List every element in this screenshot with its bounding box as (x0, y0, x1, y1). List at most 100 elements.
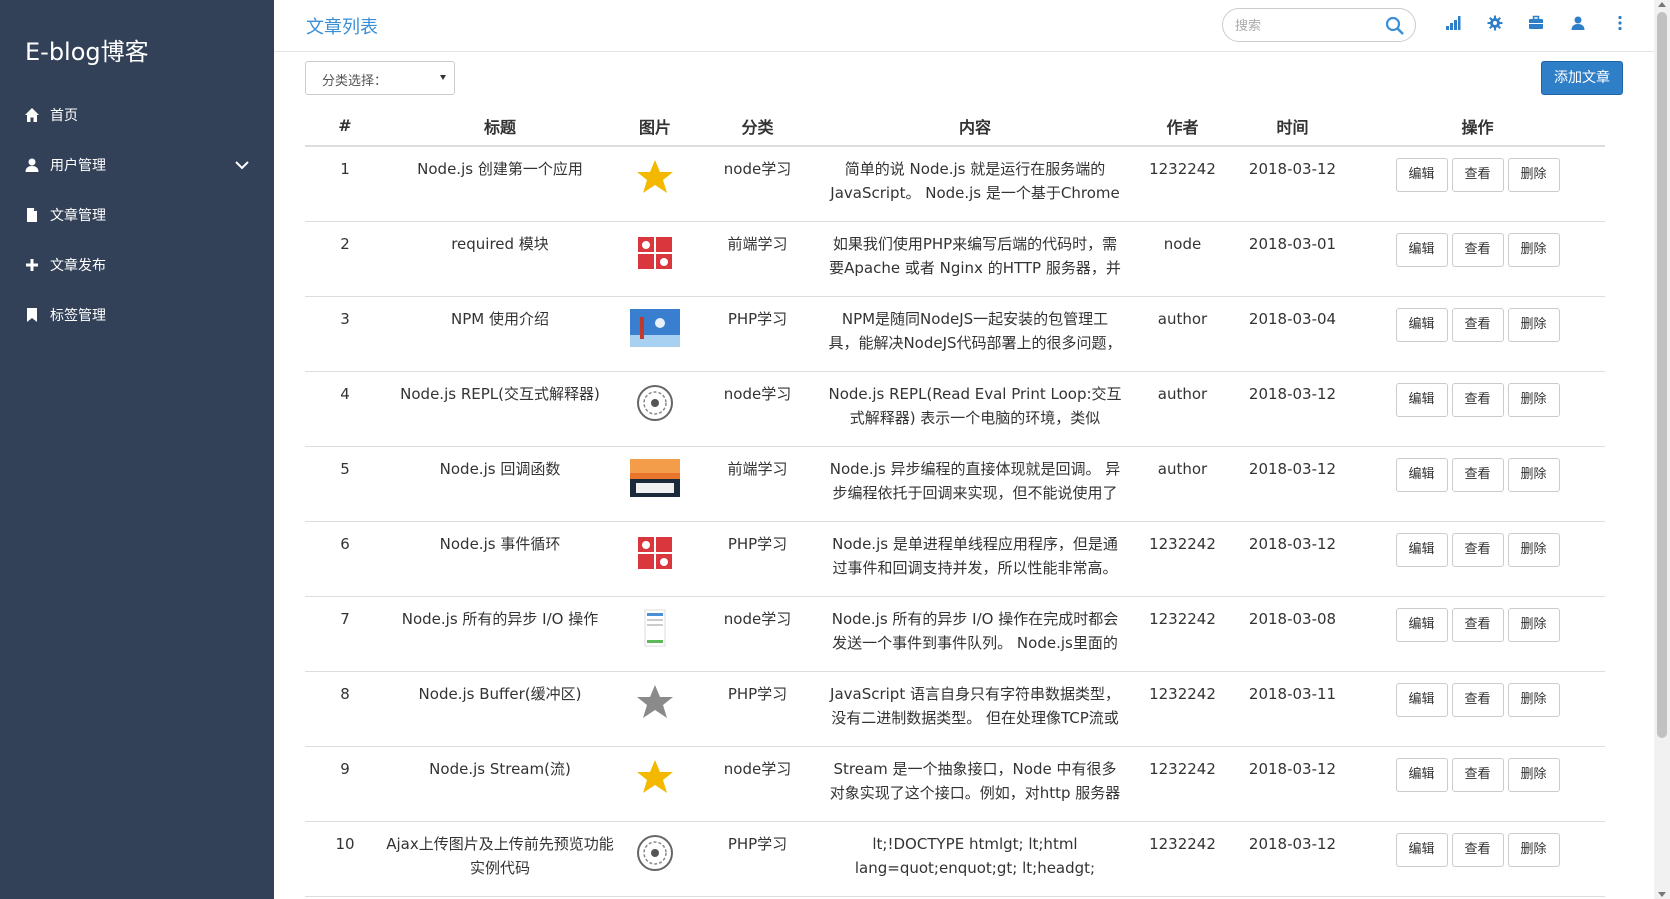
more-vertical-icon[interactable] (1611, 14, 1629, 32)
column-header: # (305, 106, 385, 147)
gold-star-thumbnail (615, 159, 695, 197)
delete-button[interactable]: 删除 (1507, 307, 1560, 342)
cell-title: Ajax上传图片及上传前先预览功能实例代码 (385, 821, 615, 897)
blue-photo-thumbnail (615, 308, 695, 347)
view-button[interactable]: 查看 (1451, 158, 1504, 192)
delete-button[interactable]: 删除 (1507, 757, 1560, 792)
delete-button[interactable]: 删除 (1507, 682, 1560, 717)
delete-button[interactable]: 删除 (1507, 232, 1560, 267)
column-header: 作者 (1130, 106, 1235, 147)
edit-button[interactable]: 编辑 (1395, 607, 1448, 642)
cell-actions: 编辑 查看 删除 (1350, 746, 1605, 822)
edit-button[interactable]: 编辑 (1395, 382, 1448, 417)
search-icon[interactable] (1385, 16, 1405, 36)
cell-category: PHP学习 (695, 521, 820, 597)
sidebar: E-blog博客 首页 用户管理 文章管理 文章发布 标签管理 (0, 0, 274, 899)
sidebar-item-tags[interactable]: 标签管理 (0, 290, 274, 340)
cell-category: 前端学习 (695, 446, 820, 522)
home-icon (24, 107, 40, 123)
sidebar-item-label: 用户管理 (50, 158, 106, 174)
scroll-down-arrow-icon[interactable] (1658, 892, 1666, 897)
add-article-button[interactable]: 添加文章 (1541, 61, 1623, 95)
chevron-down-icon[interactable] (234, 157, 250, 173)
gear-icon[interactable] (1486, 14, 1504, 32)
sidebar-item-users[interactable]: 用户管理 (0, 140, 274, 190)
cell-date: 2018-03-12 (1235, 821, 1350, 897)
edit-button[interactable]: 编辑 (1395, 832, 1448, 867)
cell-content: Node.js 所有的异步 I/O 操作在完成时都会发送一个事件到事件队列。 N… (820, 596, 1130, 672)
cell-category: node学习 (695, 146, 820, 222)
edit-button[interactable]: 编辑 (1395, 532, 1448, 567)
view-button[interactable]: 查看 (1451, 832, 1504, 867)
edit-button[interactable]: 编辑 (1395, 307, 1448, 342)
view-button[interactable]: 查看 (1451, 232, 1504, 267)
page-title: 文章列表 (306, 17, 378, 38)
view-button[interactable]: 查看 (1451, 382, 1504, 417)
sidebar-item-home[interactable]: 首页 (0, 90, 274, 140)
cell-author: 1232242 (1130, 671, 1235, 747)
sidebar-item-publish[interactable]: 文章发布 (0, 240, 274, 290)
delete-button[interactable]: 删除 (1507, 457, 1560, 492)
scroll-thumb[interactable] (1657, 12, 1667, 738)
red-cards-thumbnail (615, 534, 695, 572)
delete-button[interactable]: 删除 (1507, 607, 1560, 642)
table-row: 9 Node.js Stream(流) node学习 Stream 是一个抽象接口，N… (305, 746, 1605, 822)
search-box[interactable] (1222, 8, 1416, 42)
sidebar-item-articles[interactable]: 文章管理 (0, 190, 274, 240)
edit-button[interactable]: 编辑 (1395, 757, 1448, 792)
cell-id: 6 (305, 521, 385, 597)
cell-title: Node.js Buffer(缓冲区) (385, 671, 615, 747)
view-button[interactable]: 查看 (1451, 457, 1504, 492)
view-button[interactable]: 查看 (1451, 757, 1504, 792)
cell-date: 2018-03-12 (1235, 746, 1350, 822)
sidebar-nav: 首页 用户管理 文章管理 文章发布 标签管理 (0, 90, 274, 340)
articles-table: # 标题 图片 分类 内容 作者 时间 操作 1 Node.js 创建第一个应用 n… (305, 106, 1605, 897)
delete-button[interactable]: 删除 (1507, 832, 1560, 867)
bookmark-icon (24, 307, 40, 323)
scroll-up-arrow-icon[interactable] (1658, 2, 1666, 7)
cell-author: node (1130, 221, 1235, 297)
view-button[interactable]: 查看 (1451, 682, 1504, 717)
sidebar-item-label: 文章发布 (50, 258, 106, 274)
search-input[interactable] (1235, 16, 1375, 34)
cell-author: 1232242 (1130, 821, 1235, 897)
cell-actions: 编辑 查看 删除 (1350, 821, 1605, 897)
sidebar-item-label: 首页 (50, 108, 78, 124)
category-select[interactable]: 分类选择： (305, 61, 455, 95)
table-row: 1 Node.js 创建第一个应用 node学习 简单的说 Node.js 就是运行在… (305, 146, 1605, 222)
delete-button[interactable]: 删除 (1507, 532, 1560, 567)
cell-content: 如果我们使用PHP来编写后端的代码时，需要Apache 或者 Nginx 的HT… (820, 221, 1130, 297)
content-text: 如果我们使用PHP来编写后端的代码时，需要Apache 或者 Nginx 的HT… (829, 234, 1121, 277)
gold-star-thumbnail (615, 759, 695, 797)
cell-title: Node.js 所有的异步 I/O 操作 (385, 596, 615, 672)
delete-button[interactable]: 删除 (1507, 158, 1560, 192)
page-scrollbar[interactable] (1654, 0, 1670, 899)
category-select-label: 分类选择： (322, 74, 388, 89)
edit-button[interactable]: 编辑 (1395, 158, 1448, 192)
view-button[interactable]: 查看 (1451, 532, 1504, 567)
cell-actions: 编辑 查看 删除 (1350, 296, 1605, 372)
stats-icon[interactable] (1444, 14, 1462, 32)
view-button[interactable]: 查看 (1451, 607, 1504, 642)
brand-logo[interactable]: E-blog博客 (25, 32, 149, 67)
cell-actions: 编辑 查看 删除 (1350, 221, 1605, 297)
user-icon[interactable] (1569, 14, 1587, 32)
edit-button[interactable]: 编辑 (1395, 457, 1448, 492)
cell-category: PHP学习 (695, 296, 820, 372)
edit-button[interactable]: 编辑 (1395, 682, 1448, 717)
cell-actions: 编辑 查看 删除 (1350, 521, 1605, 597)
cell-content: 简单的说 Node.js 就是运行在服务端的 JavaScript。 Node.… (820, 146, 1130, 222)
briefcase-icon[interactable] (1527, 14, 1545, 32)
cell-content: Node.js 异步编程的直接体现就是回调。 异步编程依托于回调来实现，但不能说… (820, 446, 1130, 522)
delete-button[interactable]: 删除 (1507, 382, 1560, 417)
cell-id: 8 (305, 671, 385, 747)
cell-date: 2018-03-08 (1235, 596, 1350, 672)
cell-author: 1232242 (1130, 596, 1235, 672)
cell-id: 7 (305, 596, 385, 672)
column-header: 内容 (820, 106, 1130, 147)
edit-button[interactable]: 编辑 (1395, 232, 1448, 267)
cell-id: 9 (305, 746, 385, 822)
view-button[interactable]: 查看 (1451, 307, 1504, 342)
cell-title: Node.js Stream(流) (385, 746, 615, 822)
content-text: 简单的说 Node.js 就是运行在服务端的 JavaScript。 Node.… (830, 160, 1120, 202)
